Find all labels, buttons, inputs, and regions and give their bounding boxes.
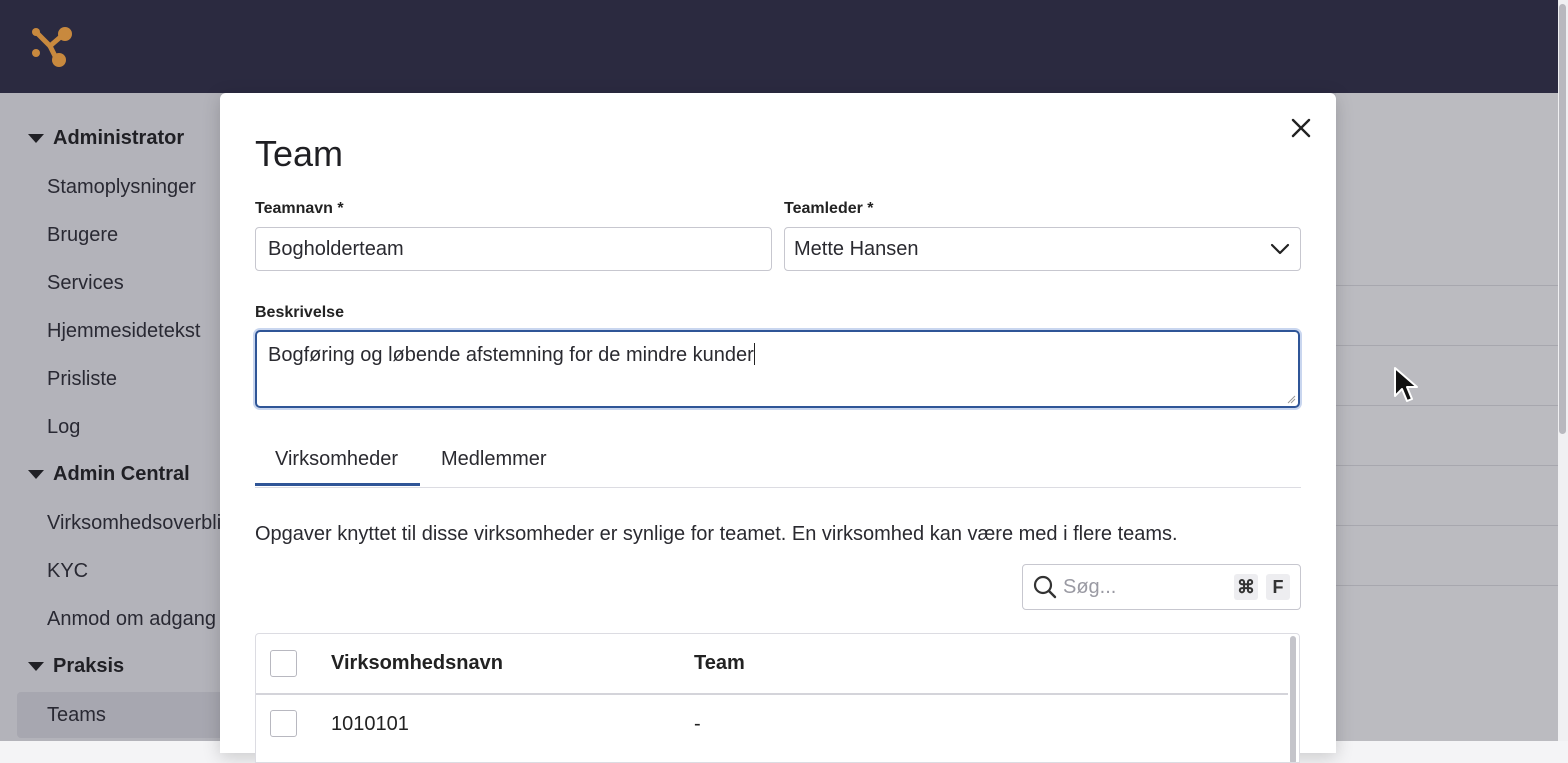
- dialog-title: Team: [255, 133, 344, 174]
- table-scrollbar[interactable]: [1290, 636, 1296, 762]
- shortcut-f-key: F: [1266, 574, 1290, 600]
- chevron-down-icon: [1270, 243, 1290, 255]
- active-tab-indicator: [255, 483, 420, 486]
- search-placeholder: Søg...: [1063, 576, 1117, 598]
- row-checkbox[interactable]: [270, 710, 297, 737]
- table-header-divider: [256, 693, 1288, 695]
- team-lead-select[interactable]: Mette Hansen: [784, 227, 1301, 271]
- tab-medlemmer[interactable]: Medlemmer: [441, 445, 547, 473]
- page-scrollbar-thumb[interactable]: [1559, 4, 1566, 434]
- team-name-input[interactable]: Bogholderteam: [255, 227, 772, 271]
- tabs-divider: [255, 487, 1301, 488]
- tab-virksomheder[interactable]: Virksomheder: [275, 445, 398, 473]
- select-all-checkbox[interactable]: [270, 650, 297, 677]
- team-lead-selected-value: Mette Hansen: [794, 238, 919, 260]
- table-cell-team: -: [694, 713, 701, 735]
- tab-info-text: Opgaver knyttet til disse virksomheder e…: [255, 523, 1178, 545]
- resize-handle-icon[interactable]: [1287, 395, 1296, 404]
- mouse-pointer-icon: [1394, 367, 1418, 402]
- description-label: Beskrivelse: [255, 304, 344, 321]
- team-lead-label: Teamleder *: [784, 200, 874, 217]
- text-caret: [753, 343, 755, 365]
- search-icon: [1033, 575, 1057, 599]
- table-cell-company-name: 1010101: [331, 713, 409, 735]
- description-textarea[interactable]: Bogføring og løbende afstemning for de m…: [255, 330, 1300, 408]
- team-name-label: Teamnavn *: [255, 200, 344, 217]
- page-scrollbar[interactable]: [1558, 0, 1568, 741]
- close-icon[interactable]: [1286, 113, 1316, 143]
- column-header-company-name[interactable]: Virksomhedsnavn: [331, 652, 503, 675]
- companies-table: Virksomhedsnavn Team 1010101 -: [255, 633, 1300, 763]
- app-logo-icon[interactable]: [26, 22, 74, 70]
- top-bar: [0, 0, 1568, 93]
- team-dialog: Team Teamnavn * Bogholderteam Teamleder …: [220, 93, 1336, 763]
- description-text: Bogføring og løbende afstemning for de m…: [268, 344, 754, 366]
- shortcut-command-key: ⌘: [1234, 574, 1258, 600]
- search-input[interactable]: Søg... ⌘ F: [1022, 564, 1301, 610]
- column-header-team[interactable]: Team: [694, 652, 745, 675]
